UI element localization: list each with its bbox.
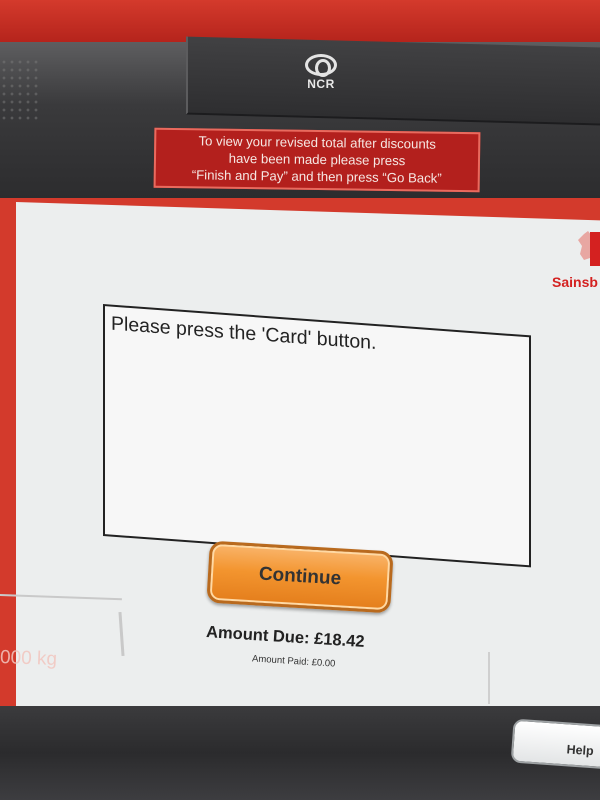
- kiosk-lower-bezel: [0, 706, 600, 800]
- ncr-logo-text: NCR: [307, 77, 335, 91]
- kiosk-top-bezel: [0, 0, 600, 42]
- store-name: Sainsb: [552, 274, 598, 290]
- ncr-mark-icon: [305, 54, 337, 77]
- notice-line-3: “Finish and Pay” and then press “Go Back…: [191, 167, 442, 186]
- weight-readout: 000 kg: [0, 647, 58, 670]
- brand-panel: [186, 36, 600, 126]
- continue-button[interactable]: Continue: [206, 540, 394, 614]
- message-dialog: Please press the 'Card' button.: [103, 304, 531, 568]
- ncr-logo: NCR: [300, 54, 342, 98]
- panel-divider-right: [488, 652, 490, 704]
- speaker-grille: [0, 58, 40, 120]
- help-button[interactable]: Help: [510, 718, 600, 770]
- sainsburys-logo-icon: [578, 231, 600, 266]
- discount-notice-label: To view your revised total after discoun…: [153, 127, 481, 193]
